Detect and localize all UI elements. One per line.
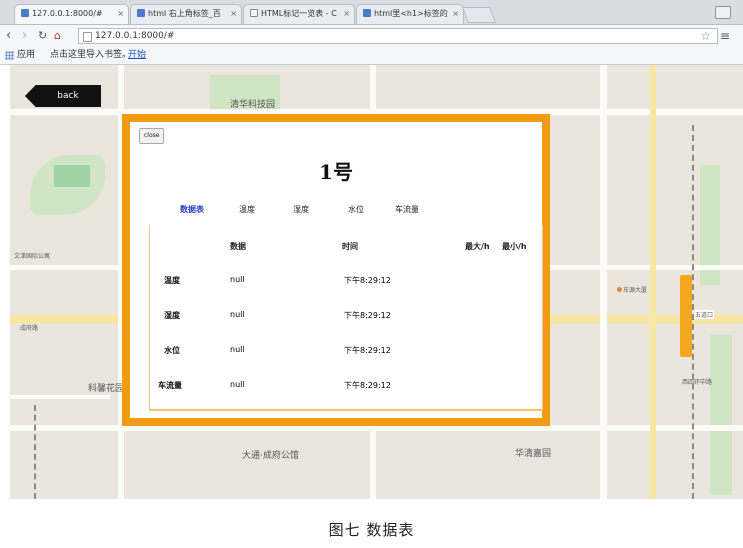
map-road (600, 65, 607, 499)
map-label: 东源大厦 (617, 285, 647, 294)
row-label-traffic: 车流量 (158, 381, 182, 390)
close-tab-icon[interactable]: × (452, 5, 459, 23)
page-icon (21, 9, 29, 17)
column-header-min: 最小/h (502, 242, 527, 251)
reload-icon[interactable]: ↻ (38, 28, 47, 44)
page-icon (83, 32, 92, 42)
browser-tab[interactable]: 127.0.0.1:8000/# × (14, 4, 129, 24)
map-park (710, 335, 732, 495)
tab-title: html 右上角标签_百 (148, 9, 221, 18)
back-arrow-icon[interactable]: ‹ (6, 28, 11, 44)
map-road (650, 65, 656, 499)
browser-toolbar: ‹ › ↻ ⌂ 127.0.0.1:8000/# ☆ ≡ (0, 25, 743, 47)
site-icon (363, 9, 371, 17)
map-label: 西四环中路 (682, 379, 713, 386)
close-tab-icon[interactable]: × (230, 5, 237, 23)
apps-grid-icon[interactable] (5, 51, 14, 60)
back-button[interactable]: back (25, 85, 101, 107)
close-button[interactable]: close (139, 128, 165, 144)
map-label: 文津国际公寓 (14, 253, 51, 260)
cell-value: null (230, 380, 245, 389)
column-header-data: 数据 (230, 242, 246, 251)
address-bar[interactable]: 127.0.0.1:8000/# (78, 28, 718, 44)
tab-humidity[interactable]: 湿度 (293, 204, 309, 215)
cell-value: null (230, 345, 245, 354)
column-header-max: 最大/h (465, 242, 490, 251)
column-header-time: 时间 (342, 242, 358, 251)
cell-time: 下午8:29:12 (344, 311, 391, 320)
modal-tab-bar: 数据表 温度 湿度 水位 车流量 (130, 204, 542, 218)
tab-traffic[interactable]: 车流量 (395, 204, 419, 215)
cell-time: 下午8:29:12 (344, 276, 391, 285)
cell-time: 下午8:29:12 (344, 381, 391, 390)
forward-arrow-icon[interactable]: › (22, 28, 27, 44)
cell-time: 下午8:29:12 (344, 346, 391, 355)
row-label-water-level: 水位 (164, 346, 180, 355)
browser-tab[interactable]: html里<h1>标签的 × (356, 4, 464, 24)
tab-water-level[interactable]: 水位 (348, 204, 364, 215)
window-button[interactable] (715, 6, 731, 19)
loading-icon (250, 9, 258, 17)
data-table: 数据 时间 最大/h 最小/h 温度 null 下午8:29:12 湿度 nul… (149, 225, 543, 411)
browser-tab[interactable]: html 右上角标签_百 × (130, 4, 242, 24)
map-block (54, 165, 90, 187)
figure-caption: 图七 数据表 (328, 521, 415, 539)
map-label: 清华科技园 (230, 100, 276, 110)
map-label: 成府路 (20, 325, 39, 332)
browser-tab-strip: 127.0.0.1:8000/# × html 右上角标签_百 × HTML标记… (0, 0, 743, 25)
info-modal: close 1号 数据表 温度 湿度 水位 车流量 数据 时间 最大/h 最小/… (122, 114, 550, 426)
browser-tab[interactable]: HTML标记一览表 - C × (243, 4, 355, 24)
row-label-temperature: 温度 (164, 276, 180, 285)
map-label: 科馨花园 (88, 384, 125, 394)
metro-line (680, 275, 692, 357)
map-road (10, 395, 110, 399)
map-label-text: 东源大厦 (623, 287, 648, 294)
map-label: 华清嘉园 (515, 449, 552, 459)
home-icon[interactable]: ⌂ (54, 28, 61, 44)
import-bookmarks-text: 点击这里导入书签。 (50, 50, 132, 60)
tab-data-table[interactable]: 数据表 (180, 204, 204, 215)
bookmarks-bar: 应用 点击这里导入书签。 开始 (0, 47, 743, 65)
cell-value: null (230, 275, 245, 284)
new-tab-button[interactable] (462, 7, 496, 23)
map-label: 大通·成府公馆 (242, 451, 299, 461)
close-tab-icon[interactable]: × (343, 5, 350, 23)
site-icon (137, 9, 145, 17)
tab-title: html里<h1>标签的 (374, 9, 448, 18)
modal-title: 1号 (319, 160, 353, 184)
cell-value: null (230, 310, 245, 319)
tab-temperature[interactable]: 温度 (239, 204, 255, 215)
address-text: 127.0.0.1:8000/# (95, 31, 175, 41)
railway-line (34, 405, 36, 499)
close-tab-icon[interactable]: × (117, 5, 124, 23)
menu-icon[interactable]: ≡ (720, 29, 730, 43)
metro-station-label: 五道口 (694, 310, 715, 319)
poi-icon (617, 287, 622, 292)
start-link[interactable]: 开始 (128, 47, 146, 64)
row-label-humidity: 湿度 (164, 311, 180, 320)
apps-link[interactable]: 应用 (17, 47, 35, 64)
tab-title: HTML标记一览表 - C (261, 9, 337, 18)
bookmark-star-icon[interactable]: ☆ (700, 29, 711, 43)
tab-title: 127.0.0.1:8000/# (32, 9, 103, 18)
